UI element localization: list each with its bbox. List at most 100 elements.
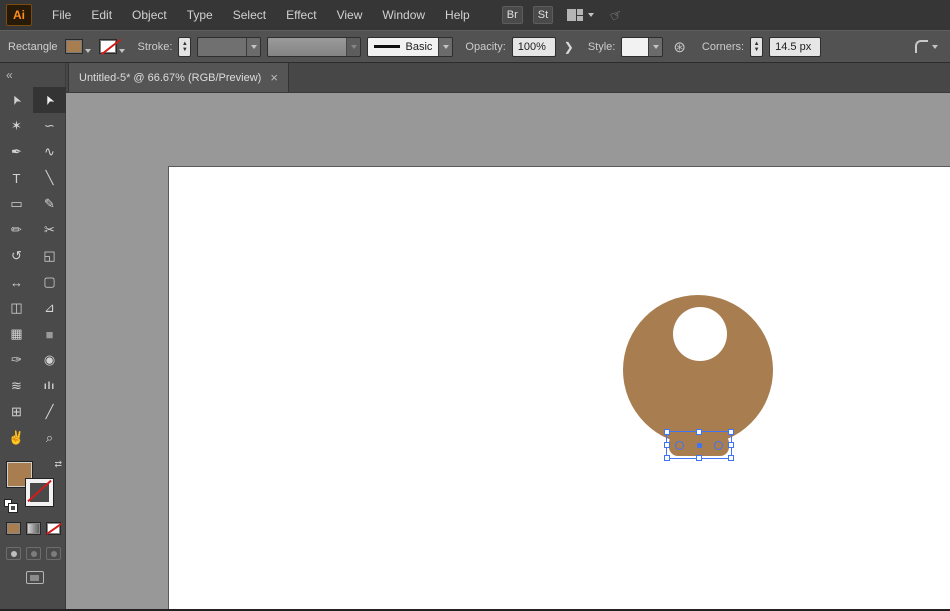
selection-handle[interactable]	[728, 429, 734, 435]
none-button[interactable]	[46, 522, 61, 535]
menu-effect[interactable]: Effect	[276, 0, 326, 30]
style-dropdown[interactable]	[621, 37, 663, 57]
perspective-grid-tool-icon: ⊿	[44, 300, 55, 316]
scale-tool[interactable]: ◱	[33, 243, 66, 269]
curvature-tool-icon: ∿	[44, 144, 55, 160]
white-circle-shape[interactable]	[673, 307, 727, 361]
corner-widget[interactable]	[675, 441, 684, 450]
selection-handle[interactable]	[664, 455, 670, 461]
draw-normal-icon[interactable]	[6, 547, 21, 560]
menu-select[interactable]: Select	[223, 0, 276, 30]
hand-tool[interactable]: ✌	[0, 425, 33, 451]
close-icon[interactable]: ×	[270, 71, 278, 84]
stroke-weight-stepper[interactable]: ▲▼	[178, 37, 191, 57]
draw-inside-icon[interactable]	[46, 547, 61, 560]
selection-tool[interactable]: ➤	[0, 87, 33, 113]
stroke-swatch-none[interactable]	[99, 39, 117, 54]
menu-edit[interactable]: Edit	[81, 0, 122, 30]
curvature-tool[interactable]: ∿	[33, 139, 66, 165]
stroke-color-control[interactable]	[98, 38, 126, 55]
selection-handle[interactable]	[696, 429, 702, 435]
workspace-switcher[interactable]	[567, 9, 594, 21]
app-logo: Ai	[6, 4, 32, 26]
lasso-tool[interactable]: ∽	[33, 113, 66, 139]
type-tool[interactable]: T	[0, 165, 33, 191]
opacity-panel-arrow[interactable]: ❯	[562, 40, 576, 54]
stroke-weight-dropdown[interactable]	[197, 37, 261, 57]
bridge-button[interactable]: Br	[502, 6, 523, 24]
stroke-label: Stroke:	[138, 41, 173, 53]
artboard-tool[interactable]: ⊞	[0, 399, 33, 425]
magic-wand-tool[interactable]: ✶	[0, 113, 33, 139]
artboard[interactable]	[168, 166, 950, 609]
stroke-indicator-none[interactable]	[26, 479, 53, 506]
scale-tool-icon: ◱	[43, 248, 55, 264]
canvas-pasteboard[interactable]	[66, 93, 950, 609]
menu-object[interactable]: Object	[122, 0, 177, 30]
recolor-artwork-icon[interactable]: ⊛	[673, 38, 686, 56]
menu-window[interactable]: Window	[372, 0, 435, 30]
default-fill-stroke-icon[interactable]	[4, 499, 18, 513]
selection-handle[interactable]	[728, 455, 734, 461]
fill-stroke-indicator: ⇄	[0, 459, 66, 519]
corner-widget[interactable]	[714, 441, 723, 450]
zoom-tool[interactable]: ⌕	[33, 425, 66, 451]
corner-options-control[interactable]	[915, 40, 942, 53]
corners-input[interactable]: 14.5 px	[769, 37, 821, 57]
free-transform-tool-icon: ▢	[43, 274, 55, 290]
color-button[interactable]	[6, 522, 21, 535]
direct-selection-tool-icon: ➤	[41, 92, 58, 107]
eyedropper-tool[interactable]: ✑	[0, 347, 33, 373]
pen-tool-icon: ✒	[11, 144, 22, 160]
scissors-tool[interactable]: ✂	[33, 217, 66, 243]
opacity-input[interactable]: 100%	[512, 37, 556, 57]
brush-stroke-preview	[374, 45, 399, 48]
scissors-tool-icon: ✂	[44, 222, 55, 238]
gradient-tool[interactable]: ■	[33, 321, 66, 347]
blend-tool[interactable]: ◉	[33, 347, 66, 373]
free-transform-tool[interactable]: ▢	[33, 269, 66, 295]
document-tab[interactable]: Untitled-5* @ 66.67% (RGB/Preview) ×	[68, 63, 289, 92]
selection-handle[interactable]	[664, 442, 670, 448]
selection-handle[interactable]	[664, 429, 670, 435]
draw-behind-icon[interactable]	[26, 547, 41, 560]
menu-help[interactable]: Help	[435, 0, 480, 30]
column-graph-tool[interactable]: ılı	[33, 373, 66, 399]
opacity-label: Opacity:	[465, 41, 505, 53]
selection-handle[interactable]	[696, 455, 702, 461]
menu-type[interactable]: Type	[177, 0, 223, 30]
mesh-tool[interactable]: ▦	[0, 321, 33, 347]
hand-tool-icon: ✌	[8, 430, 24, 446]
drawing-modes-row	[6, 547, 61, 560]
type-tool-icon: T	[13, 171, 21, 186]
symbol-sprayer-tool[interactable]: ≋	[0, 373, 33, 399]
swap-fill-stroke-icon[interactable]: ⇄	[54, 459, 62, 470]
line-segment-tool[interactable]: ╲	[33, 165, 66, 191]
rectangle-tool[interactable]: ▭	[0, 191, 33, 217]
width-tool[interactable]: ↔	[0, 269, 33, 295]
touch-gesture-icon[interactable]: ☞	[607, 5, 626, 26]
corners-stepper[interactable]: ▲▼	[750, 37, 763, 57]
selection-handle[interactable]	[728, 442, 734, 448]
rotate-tool[interactable]: ↺	[0, 243, 33, 269]
stock-button[interactable]: St	[533, 6, 553, 24]
menu-file[interactable]: File	[42, 0, 81, 30]
direct-selection-tool[interactable]: ➤	[33, 87, 66, 113]
center-point[interactable]	[697, 443, 702, 448]
paintbrush-tool[interactable]: ✎	[33, 191, 66, 217]
perspective-grid-tool[interactable]: ⊿	[33, 295, 66, 321]
screen-mode-icon[interactable]	[26, 571, 44, 584]
gradient-button[interactable]	[26, 522, 41, 535]
chevron-down-icon	[251, 45, 257, 49]
width-profile-dropdown[interactable]	[267, 37, 361, 57]
slice-tool[interactable]: ╱	[33, 399, 66, 425]
fill-color-control[interactable]	[64, 38, 92, 55]
menu-view[interactable]: View	[327, 0, 373, 30]
fill-swatch[interactable]	[65, 39, 83, 54]
tools-collapse-button[interactable]: «	[0, 63, 65, 87]
shape-builder-tool[interactable]: ◫	[0, 295, 33, 321]
tool-grid: ➤➤✶∽✒∿T╲▭✎✏✂↺◱↔▢◫⊿▦■✑◉≋ılı⊞╱✌⌕	[0, 87, 65, 451]
pen-tool[interactable]: ✒	[0, 139, 33, 165]
shaper-tool[interactable]: ✏	[0, 217, 33, 243]
brush-definition-dropdown[interactable]: Basic	[367, 37, 453, 57]
